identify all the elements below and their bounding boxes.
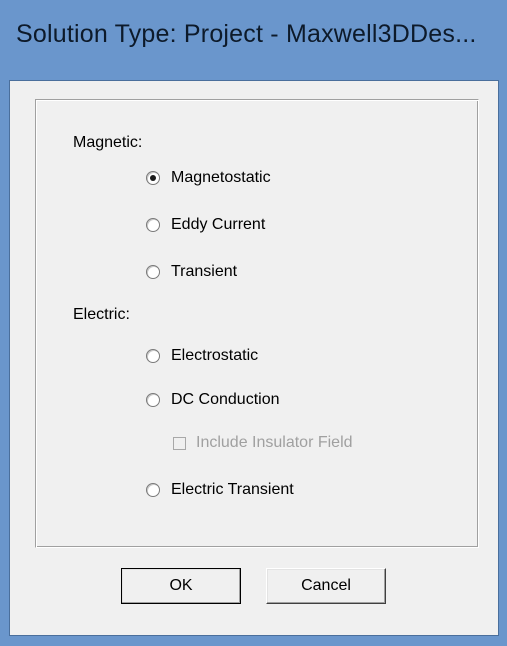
radio-label[interactable]: Electrostatic	[171, 347, 258, 365]
cancel-button[interactable]: Cancel	[266, 568, 386, 604]
radio-electrostatic[interactable]: Electrostatic	[146, 346, 258, 366]
radio-label[interactable]: Eddy Current	[171, 216, 265, 234]
radio-electric-transient[interactable]: Electric Transient	[146, 480, 294, 500]
dialog-window: Solution Type: Project - Maxwell3DDes...…	[0, 0, 507, 646]
magnetic-label: Magnetic:	[73, 134, 143, 151]
ok-button[interactable]: OK	[121, 568, 241, 604]
radio-transient[interactable]: Transient	[146, 262, 237, 282]
checkbox-label: Include Insulator Field	[196, 434, 353, 451]
solution-type-group: Magnetic: Magnetostatic Eddy Current Tra…	[35, 99, 479, 548]
radio-button-icon[interactable]	[146, 218, 160, 232]
radio-button-icon[interactable]	[146, 393, 160, 407]
radio-eddy-current[interactable]: Eddy Current	[146, 215, 265, 235]
dialog-body: Magnetic: Magnetostatic Eddy Current Tra…	[9, 80, 499, 636]
window-title: Solution Type: Project - Maxwell3DDes...	[16, 20, 477, 48]
radio-label[interactable]: Electric Transient	[171, 481, 294, 499]
title-bar[interactable]: Solution Type: Project - Maxwell3DDes...	[0, 0, 507, 80]
electric-label: Electric:	[73, 306, 130, 323]
radio-dc-conduction[interactable]: DC Conduction	[146, 390, 280, 410]
radio-button-icon[interactable]	[146, 483, 160, 497]
radio-button-icon[interactable]	[146, 171, 160, 185]
checkbox-icon[interactable]	[173, 436, 186, 450]
radio-label[interactable]: DC Conduction	[171, 391, 280, 409]
radio-magnetostatic[interactable]: Magnetostatic	[146, 168, 271, 188]
radio-label[interactable]: Magnetostatic	[171, 169, 271, 187]
radio-button-icon[interactable]	[146, 349, 160, 363]
include-insulator-field-checkbox[interactable]: Include Insulator Field	[173, 433, 353, 453]
radio-button-icon[interactable]	[146, 265, 160, 279]
radio-label[interactable]: Transient	[171, 263, 237, 281]
